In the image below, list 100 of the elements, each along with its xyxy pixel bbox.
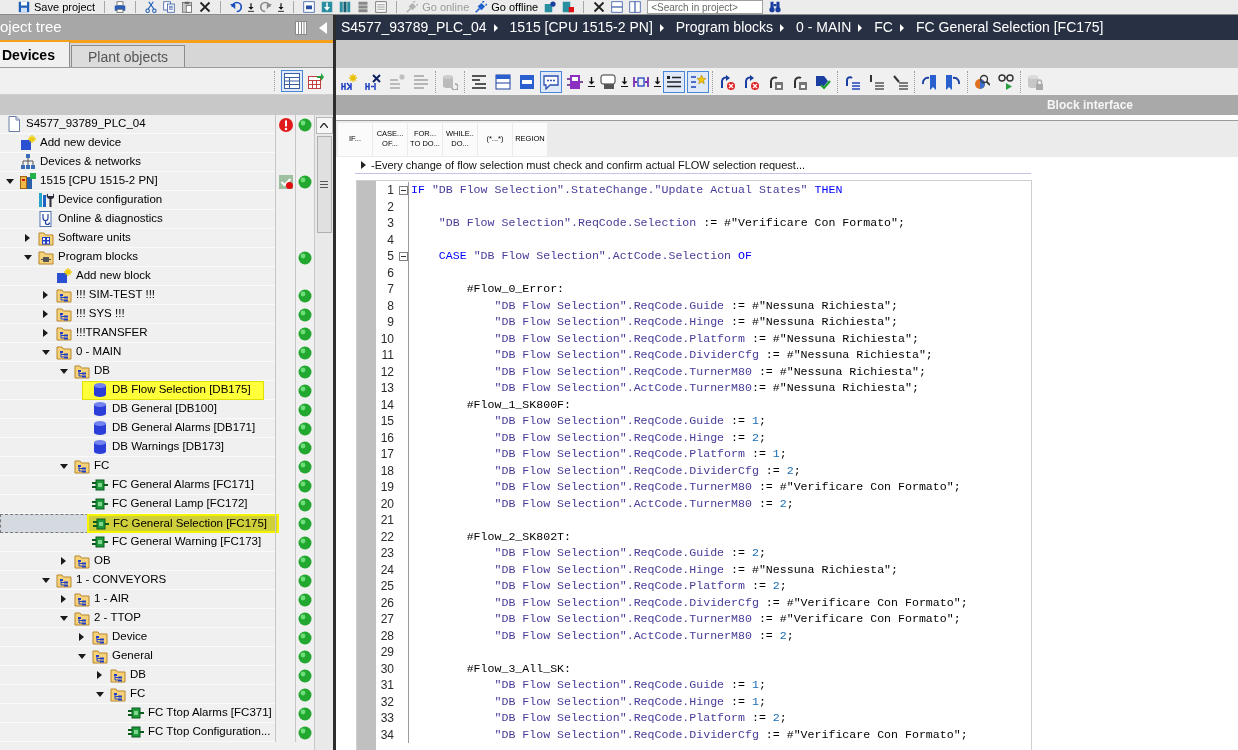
arrow-lines-icon[interactable] [844, 73, 860, 90]
search-field[interactable]: <Search in project> [647, 0, 764, 14]
sheet-icon[interactable] [375, 1, 388, 13]
tree-item[interactable]: DB [0, 666, 275, 685]
tree-item[interactable]: FC Ttop Alarms [FC371] [0, 704, 275, 723]
tree-item[interactable]: FC [0, 685, 275, 704]
tree-item[interactable]: DB Flow Selection [DB175] [0, 381, 275, 400]
magnifier-icon[interactable] [974, 73, 990, 90]
tree-item[interactable]: FC General Warning [FC173] [0, 533, 275, 552]
tree-item[interactable]: Software units [0, 229, 275, 248]
lines-icon[interactable] [471, 73, 487, 90]
fold-minus-icon[interactable] [399, 251, 408, 261]
expanded-arrow-icon[interactable] [60, 368, 68, 374]
cross-icon[interactable] [593, 1, 606, 13]
check-icon[interactable] [815, 73, 831, 90]
tab[interactable]: Plant objects [70, 45, 186, 67]
collapsed-arrow-icon[interactable] [43, 310, 48, 318]
arrow-box-icon[interactable] [791, 73, 807, 90]
redo-icon[interactable] [260, 1, 273, 13]
collapsed-arrow-icon[interactable] [43, 291, 48, 299]
scroll-up-button[interactable] [315, 117, 333, 134]
framed-block-icon[interactable] [303, 1, 316, 13]
tree-item[interactable]: General [0, 647, 275, 666]
code-editor[interactable] [356, 180, 1032, 750]
tree-item[interactable]: FC General Alarms [FC171] [0, 476, 275, 495]
breadcrumb-item[interactable]: Program blocks [675, 17, 774, 38]
collapsed-arrow-icon[interactable] [43, 329, 48, 337]
breadcrumb-item[interactable]: S4577_93789_PLC_04 [341, 17, 487, 38]
window-split-icon[interactable] [611, 1, 624, 13]
breadcrumb-item[interactable]: 0 - MAIN [796, 17, 852, 38]
breadcrumb-item[interactable]: FC [874, 17, 893, 38]
expanded-arrow-icon[interactable] [42, 577, 50, 583]
expanded-arrow-icon[interactable] [6, 178, 14, 184]
tree-item[interactable]: 1 - CONVEYORS [0, 571, 275, 590]
tree-item[interactable]: DB [0, 362, 275, 381]
panel-icon[interactable] [519, 73, 535, 90]
collapsed-arrow-icon[interactable] [79, 633, 84, 641]
tree-item[interactable]: !!!TRANSFER [0, 324, 275, 343]
arrow-box-icon[interactable] [767, 73, 783, 90]
bookmark-icon[interactable] [945, 73, 961, 90]
scrollbar-track[interactable] [314, 115, 333, 750]
cross-icon[interactable] [199, 1, 212, 13]
tree-item[interactable]: OB [0, 552, 275, 571]
fold-minus-icon[interactable] [399, 185, 408, 195]
expanded-arrow-icon[interactable] [60, 615, 68, 621]
save-project-button[interactable]: Save project [18, 0, 96, 14]
tree-item[interactable]: Program blocks [0, 248, 275, 267]
tree-item[interactable]: FC Ttop Configuration... [0, 723, 275, 742]
scissors-icon[interactable] [145, 1, 158, 13]
dropdown-arrow-icon[interactable] [588, 76, 595, 87]
columns-icon[interactable] [339, 1, 352, 13]
breadcrumb-item[interactable]: 1515 [CPU 1515-2 PN] [509, 17, 653, 38]
arrow-cross-icon[interactable] [743, 73, 759, 90]
breadcrumb-item[interactable]: FC General Selection [FC175] [915, 17, 1104, 38]
panel-icon[interactable] [495, 73, 511, 90]
tree-item[interactable]: Device [0, 628, 275, 647]
collapsed-arrow-icon[interactable] [97, 671, 102, 679]
tree-item[interactable]: FC [0, 457, 275, 476]
tab[interactable]: Devices [0, 42, 70, 67]
cross-icon[interactable] [365, 73, 381, 90]
sparkle-icon[interactable] [341, 73, 357, 90]
printer-icon[interactable] [114, 1, 127, 13]
tree-item[interactable]: 1 - AIR [0, 590, 275, 609]
dropdown-arrow-icon[interactable] [248, 2, 255, 12]
device-icon[interactable] [562, 1, 575, 13]
glasses-icon[interactable] [998, 73, 1014, 90]
bookmark-icon[interactable] [921, 73, 937, 90]
expanded-arrow-icon[interactable] [60, 463, 68, 469]
dropdown-arrow-icon[interactable] [278, 2, 285, 12]
arrow-cross-icon[interactable] [719, 73, 735, 90]
tree-item[interactable]: !!! SIM-TEST !!! [0, 286, 275, 305]
tree-item[interactable]: Add new device [0, 134, 275, 153]
tree-item[interactable]: Device configuration [0, 191, 275, 210]
tree-item[interactable]: DB General [DB100] [0, 400, 275, 419]
collapsed-arrow-icon[interactable] [361, 161, 366, 169]
tree-item[interactable]: 2 - TTOP [0, 609, 275, 628]
tree-item[interactable]: FC General Lamp [FC172] [0, 495, 275, 514]
expanded-arrow-icon[interactable] [24, 254, 32, 260]
copy-icon[interactable] [163, 1, 176, 13]
dropdown-arrow-icon[interactable] [654, 76, 661, 87]
tree-item[interactable]: DB General Alarms [DB171] [0, 419, 275, 438]
toggle-button[interactable] [281, 70, 303, 92]
tree-item[interactable]: 1515 [CPU 1515-2 PN] [0, 172, 275, 191]
dropdown-arrow-icon[interactable] [621, 76, 628, 87]
expanded-arrow-icon[interactable] [96, 691, 104, 697]
binoculars-icon[interactable] [769, 1, 782, 13]
tree-item[interactable]: Online & diagnostics [0, 210, 275, 229]
go-offline-button[interactable]: Go offline [475, 0, 539, 14]
expanded-arrow-icon[interactable] [78, 653, 86, 659]
collapsed-arrow-icon[interactable] [25, 234, 30, 242]
collapsed-arrow-icon[interactable] [61, 595, 66, 603]
lines-icon[interactable] [868, 73, 884, 90]
device-icon[interactable] [544, 1, 557, 13]
tree-item[interactable]: S4577_93789_PLC_04 [0, 115, 275, 134]
block-icon[interactable] [567, 73, 583, 90]
window-split-icon[interactable] [629, 1, 642, 13]
scrollbar-thumb[interactable] [316, 136, 332, 233]
collapsed-arrow-icon[interactable] [61, 557, 66, 565]
tree-item[interactable]: Devices & networks [0, 153, 275, 172]
panel-columns-icon[interactable] [295, 20, 307, 35]
